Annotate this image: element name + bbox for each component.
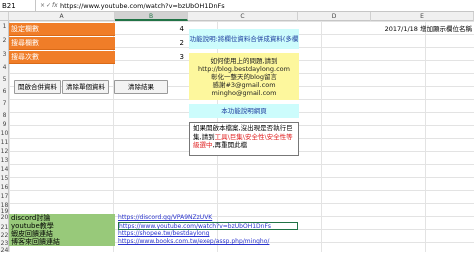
- books-label: 博客來回饋連結: [9, 238, 115, 246]
- discord-link[interactable]: https://discord.gg/VPA9NZzUVK: [118, 214, 298, 222]
- label-search-count[interactable]: 搜尋次數: [9, 51, 115, 64]
- feature-help-link[interactable]: 本功能說明網頁: [189, 104, 299, 118]
- select-all-corner[interactable]: [0, 12, 9, 21]
- info-title: 功能說明:將欄位資料合併成資料(多欄位彙集): [189, 29, 299, 63]
- row-header[interactable]: 8: [0, 112, 9, 119]
- row-header[interactable]: 4: [0, 64, 9, 71]
- label-set-columns[interactable]: 設定欄數: [9, 23, 115, 36]
- row-header[interactable]: 7: [0, 100, 9, 107]
- row-header[interactable]: 12: [0, 148, 9, 155]
- row-header[interactable]: 22: [0, 232, 9, 239]
- row-header[interactable]: 20: [0, 214, 9, 221]
- row-header[interactable]: 13: [0, 157, 9, 164]
- row-header[interactable]: 9: [0, 121, 9, 128]
- cancel-icon[interactable]: ×: [40, 1, 45, 11]
- row-header[interactable]: 17: [0, 193, 9, 200]
- row-header[interactable]: 24: [0, 247, 9, 254]
- row-header[interactable]: 23: [0, 240, 9, 247]
- row-header[interactable]: 6: [0, 88, 9, 95]
- books-link[interactable]: https://www.books.com.tw/exep/assp.php/m…: [118, 238, 298, 246]
- column-header-e[interactable]: E: [371, 12, 474, 21]
- value-search-count[interactable]: 3: [115, 51, 188, 64]
- youtube-label: youtube教學: [9, 222, 115, 230]
- contact-box: 如何使用上的問題,請到 http://blog.bestdaylong.com …: [189, 53, 299, 100]
- contact-line-3: 彰化一整天的blog留言: [210, 73, 278, 81]
- row-header[interactable]: 11: [0, 139, 9, 146]
- name-box[interactable]: B21: [0, 0, 36, 12]
- column-header-b[interactable]: B: [115, 12, 188, 21]
- clear-result-button[interactable]: 清除結果: [114, 80, 168, 94]
- clear-merge-button[interactable]: 清除單個資料: [62, 80, 109, 94]
- contact-line-2[interactable]: http://blog.bestdaylong.com: [189, 65, 299, 73]
- row-header[interactable]: 1: [0, 23, 9, 30]
- discord-label: discord討論: [9, 214, 115, 222]
- row-header[interactable]: 21: [0, 224, 9, 231]
- shopee-label: 蝦皮回饋連結: [9, 230, 115, 238]
- open-merge-button[interactable]: 開啟合併資料: [14, 80, 61, 94]
- fx-icon[interactable]: fx: [52, 1, 58, 11]
- row-header[interactable]: 3: [0, 51, 9, 58]
- confirm-icon[interactable]: ✓: [46, 1, 51, 11]
- contact-line-1: 如何使用上的問題,請到: [210, 57, 278, 65]
- column-header-d[interactable]: D: [298, 12, 371, 21]
- contact-line-4: 感謝#3@gmail.com mingho@gmail.com: [211, 81, 277, 97]
- value-set-columns[interactable]: 4: [115, 23, 188, 36]
- shopee-link[interactable]: https://shopee.tw/bestdaylong: [118, 230, 298, 238]
- row-header[interactable]: 16: [0, 184, 9, 191]
- macro-note: 如果開啟本檔案,沒出現是否執行巨集,請到工具\巨集\安全性\安全性等級選中,再重…: [189, 122, 299, 156]
- row-header[interactable]: 10: [0, 130, 9, 137]
- column-header-c[interactable]: C: [188, 12, 298, 21]
- row-header[interactable]: 2: [0, 37, 9, 44]
- update-note: 2017/1/18 增加顯示欄位名稱: [384, 25, 472, 33]
- note-text-2: ,再重開此檔: [212, 141, 248, 149]
- column-header-a[interactable]: A: [9, 12, 115, 21]
- formula-input[interactable]: https://www.youtube.com/watch?v=bzUbOH1D…: [60, 0, 225, 12]
- label-search-columns[interactable]: 搜尋欄數: [9, 37, 115, 50]
- row-header[interactable]: 5: [0, 76, 9, 83]
- row-header[interactable]: 15: [0, 175, 9, 182]
- value-search-columns[interactable]: 2: [115, 37, 188, 50]
- youtube-link[interactable]: https://www.youtube.com/watch?v=bzUbOH1D…: [118, 222, 298, 230]
- row-header[interactable]: 14: [0, 166, 9, 173]
